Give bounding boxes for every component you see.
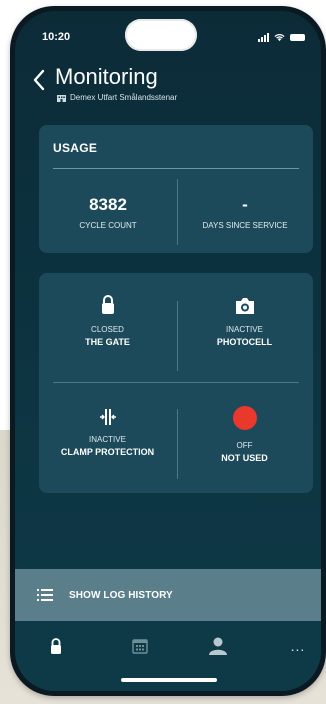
not-used-name: NOT USED <box>221 453 268 463</box>
building-icon <box>57 94 66 102</box>
cycle-count-label: CYCLE COUNT <box>79 221 137 230</box>
signal-icon <box>258 33 269 42</box>
dynamic-island <box>125 19 197 51</box>
phone-frame: 10:20 Monitoring Demex Utfart Smålandsst… <box>10 6 326 696</box>
site-subtitle: Demex Utfart Smålandsstenar <box>57 93 177 102</box>
tab-gate[interactable] <box>41 635 71 657</box>
days-since-service-label: DAYS SINCE SERVICE <box>202 221 288 230</box>
status-cell-clamp-protection[interactable]: INACTIVE CLAMP PROTECTION <box>39 409 176 457</box>
user-icon <box>209 637 227 655</box>
show-log-history-label: SHOW LOG HISTORY <box>69 589 173 601</box>
tab-user[interactable] <box>203 635 233 657</box>
tab-more[interactable]: ... <box>283 635 313 657</box>
camera-icon <box>235 298 254 314</box>
status-row-divider <box>53 382 299 383</box>
photocell-state: INACTIVE <box>226 325 263 334</box>
photocell-name: PHOTOCELL <box>216 337 273 347</box>
usage-title: USAGE <box>53 141 98 155</box>
usage-divider <box>53 168 299 169</box>
status-cell-gate[interactable]: CLOSED THE GATE <box>39 295 176 347</box>
tab-calendar[interactable] <box>125 635 155 657</box>
page-title: Monitoring <box>55 64 158 89</box>
clamp-icon <box>99 409 116 425</box>
list-icon <box>37 589 53 601</box>
calendar-icon <box>132 639 148 654</box>
status-time: 10:20 <box>42 31 71 43</box>
clamp-name: CLAMP PROTECTION <box>60 447 155 457</box>
home-indicator <box>121 678 217 682</box>
show-log-history-button[interactable]: SHOW LOG HISTORY <box>15 569 321 621</box>
tab-bar: ... <box>15 621 321 691</box>
cycle-count-value: 8382 <box>89 195 127 214</box>
app-screen: 10:20 Monitoring Demex Utfart Smålandsst… <box>15 11 321 691</box>
site-name: Demex Utfart Smålandsstenar <box>70 93 178 102</box>
status-icons <box>258 33 305 42</box>
status-cell-not-used[interactable]: OFF NOT USED <box>176 405 313 463</box>
gate-state: CLOSED <box>91 325 124 334</box>
gate-name: THE GATE <box>85 337 130 347</box>
usage-column-divider <box>177 179 178 245</box>
back-chevron-icon[interactable] <box>31 67 47 93</box>
more-icon: ... <box>290 638 306 654</box>
battery-icon <box>290 34 305 41</box>
not-used-state: OFF <box>236 441 253 450</box>
status-bar: 10:20 <box>15 11 321 61</box>
lock-icon <box>101 295 114 314</box>
clamp-state: INACTIVE <box>89 435 126 444</box>
red-dot-icon <box>232 406 257 430</box>
lock-icon <box>51 637 61 654</box>
wifi-icon <box>274 34 285 42</box>
status-card: CLOSED THE GATE INACTIVE PHOTOCELL INACT… <box>39 273 313 493</box>
usage-card: USAGE 8382 CYCLE COUNT - DAYS SINCE SERV… <box>39 125 313 253</box>
status-cell-photocell[interactable]: INACTIVE PHOTOCELL <box>176 297 313 347</box>
days-since-service-value: - <box>242 195 248 214</box>
